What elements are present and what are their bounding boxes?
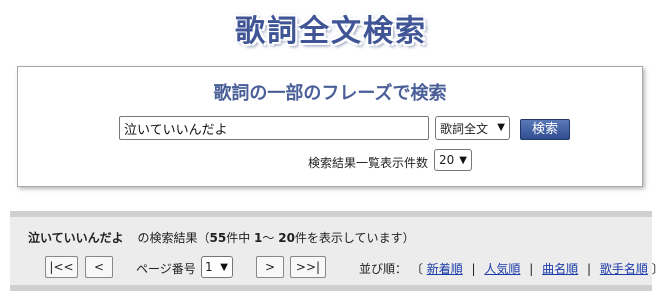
- results-text-4: 件を表示しています）: [294, 231, 415, 245]
- search-mode-value: 歌詞全文: [440, 122, 489, 136]
- results-text-2: 件中: [226, 231, 255, 245]
- sort-newest-link[interactable]: 新着順: [427, 262, 463, 276]
- prev-page-button[interactable]: <: [85, 256, 113, 278]
- search-panel: 歌詞の一部のフレーズで検索 歌詞全文 ▼ 検索 検索結果一覧表示件数 20 ▼: [17, 66, 643, 187]
- site-title: 歌詞全文検索: [235, 14, 427, 49]
- next-page-button[interactable]: >: [256, 256, 284, 278]
- sort-artist-link[interactable]: 歌手名順: [600, 262, 648, 276]
- sort-title-link[interactable]: 曲名順: [542, 262, 578, 276]
- sort-close-bracket: 〕: [652, 262, 662, 276]
- search-mode-select[interactable]: 歌詞全文 ▼: [435, 116, 510, 140]
- results-per-page-label: 検索結果一覧表示件数: [308, 156, 429, 170]
- chevron-down-icon: ▼: [459, 155, 467, 166]
- page-number-value: 1: [205, 260, 213, 274]
- results-bar: 泣いていいんだよ の検索結果（55件中 1～ 20件を表示しています） |<< …: [10, 211, 662, 291]
- last-page-button[interactable]: >>|: [290, 256, 326, 278]
- results-text-1: の検索結果（: [137, 231, 210, 245]
- results-summary: 泣いていいんだよ の検索結果（55件中 1～ 20件を表示しています）: [28, 229, 415, 246]
- chevron-down-icon: ▼: [220, 262, 228, 273]
- sort-separator: |: [529, 262, 534, 276]
- sort-separator: |: [586, 262, 592, 276]
- sort-open-bracket: 〔: [410, 262, 423, 276]
- search-input[interactable]: [119, 116, 429, 140]
- sort-options: 並び順： 〔 新着順 | 人気順 | 曲名順 | 歌手名順 〕: [359, 260, 662, 277]
- results-per-page-select[interactable]: 20 ▼: [434, 149, 472, 171]
- sort-popular-link[interactable]: 人気順: [484, 262, 520, 276]
- results-text-3: ～: [262, 231, 279, 245]
- first-page-button[interactable]: |<<: [45, 256, 78, 278]
- results-per-page-value: 20: [439, 153, 455, 167]
- results-end: 20: [278, 231, 295, 245]
- search-heading: 歌詞の一部のフレーズで検索: [213, 83, 447, 104]
- results-query: 泣いていいんだよ: [28, 231, 124, 245]
- search-button[interactable]: 検索: [520, 119, 570, 140]
- chevron-down-icon: ▼: [497, 122, 505, 133]
- results-total: 55: [209, 231, 227, 245]
- sort-separator: |: [471, 262, 476, 276]
- page-number-label: ページ番号: [136, 262, 196, 276]
- page-number-select[interactable]: 1 ▼: [201, 256, 233, 278]
- sort-label: 並び順：: [359, 262, 408, 276]
